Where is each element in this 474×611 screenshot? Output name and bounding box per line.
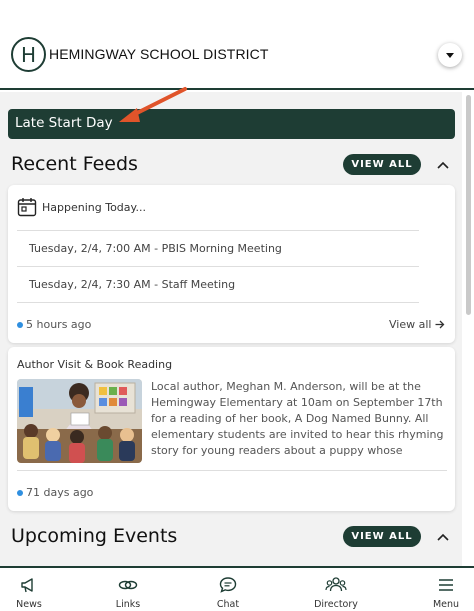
nav-label: News (16, 599, 42, 610)
view-all-link[interactable]: View all (389, 318, 445, 331)
nav-label: Chat (216, 599, 240, 610)
time-ago: 5 hours ago (26, 318, 92, 331)
view-all-link-label: View all (389, 318, 432, 331)
divider (17, 266, 419, 267)
recent-feeds-view-all-button[interactable]: VIEW ALL (343, 154, 421, 175)
links-icon (118, 580, 138, 590)
divider (17, 302, 419, 303)
chevron-down-icon (446, 52, 454, 58)
upcoming-events-view-all-button[interactable]: VIEW ALL (343, 526, 421, 547)
main-content[interactable]: Late Start Day Recent Feeds VIEW ALL Hap… (0, 92, 462, 566)
menu-icon (439, 579, 453, 591)
divider (17, 230, 419, 231)
scrollbar[interactable] (466, 95, 471, 315)
nav-label: Links (115, 599, 141, 610)
arrow-right-icon (435, 320, 445, 329)
post-image (17, 379, 142, 463)
happening-today-heading: Happening Today... (42, 201, 146, 214)
chevron-up-icon[interactable] (435, 529, 451, 545)
time-ago: 71 days ago (26, 486, 94, 499)
event-line[interactable]: Tuesday, 2/4, 7:00 AM - PBIS Morning Mee… (29, 242, 282, 255)
alert-banner[interactable]: Late Start Day (8, 109, 455, 139)
section-title-recent-feeds: Recent Feeds (11, 153, 138, 175)
bottom-nav: News Links Chat Directory Menu (0, 566, 474, 611)
chat-icon (219, 577, 237, 593)
nav-label: Directory (314, 599, 358, 610)
nav-label: Menu (432, 599, 460, 610)
logo-letter: H (20, 42, 37, 67)
nav-directory[interactable]: Directory (309, 568, 363, 611)
megaphone-icon (21, 578, 33, 593)
district-dropdown-button[interactable] (438, 43, 462, 67)
nav-news[interactable]: News (8, 568, 50, 611)
happening-today-card[interactable]: Happening Today... Tuesday, 2/4, 7:00 AM… (8, 185, 455, 343)
chevron-up-icon[interactable] (435, 157, 451, 173)
nav-links[interactable]: Links (106, 568, 150, 611)
nav-menu[interactable]: Menu (425, 568, 467, 611)
district-name: HEMINGWAY SCHOOL DISTRICT (49, 46, 269, 62)
directory-icon (325, 577, 347, 592)
section-title-upcoming-events: Upcoming Events (11, 525, 178, 547)
alert-text: Late Start Day (15, 115, 113, 131)
unread-dot (17, 490, 23, 496)
feed-post-card[interactable]: Author Visit & Book Reading Local author… (8, 347, 455, 511)
unread-dot (17, 322, 23, 328)
nav-chat[interactable]: Chat (207, 568, 249, 611)
app-header: H HEMINGWAY SCHOOL DISTRICT (0, 0, 474, 90)
divider (17, 470, 447, 471)
calendar-icon (17, 198, 37, 217)
district-logo[interactable]: H (11, 37, 46, 72)
post-body: Local author, Meghan M. Anderson, will b… (151, 380, 444, 457)
post-title: Author Visit & Book Reading (17, 358, 173, 371)
event-line[interactable]: Tuesday, 2/4, 7:30 AM - Staff Meeting (29, 278, 235, 291)
